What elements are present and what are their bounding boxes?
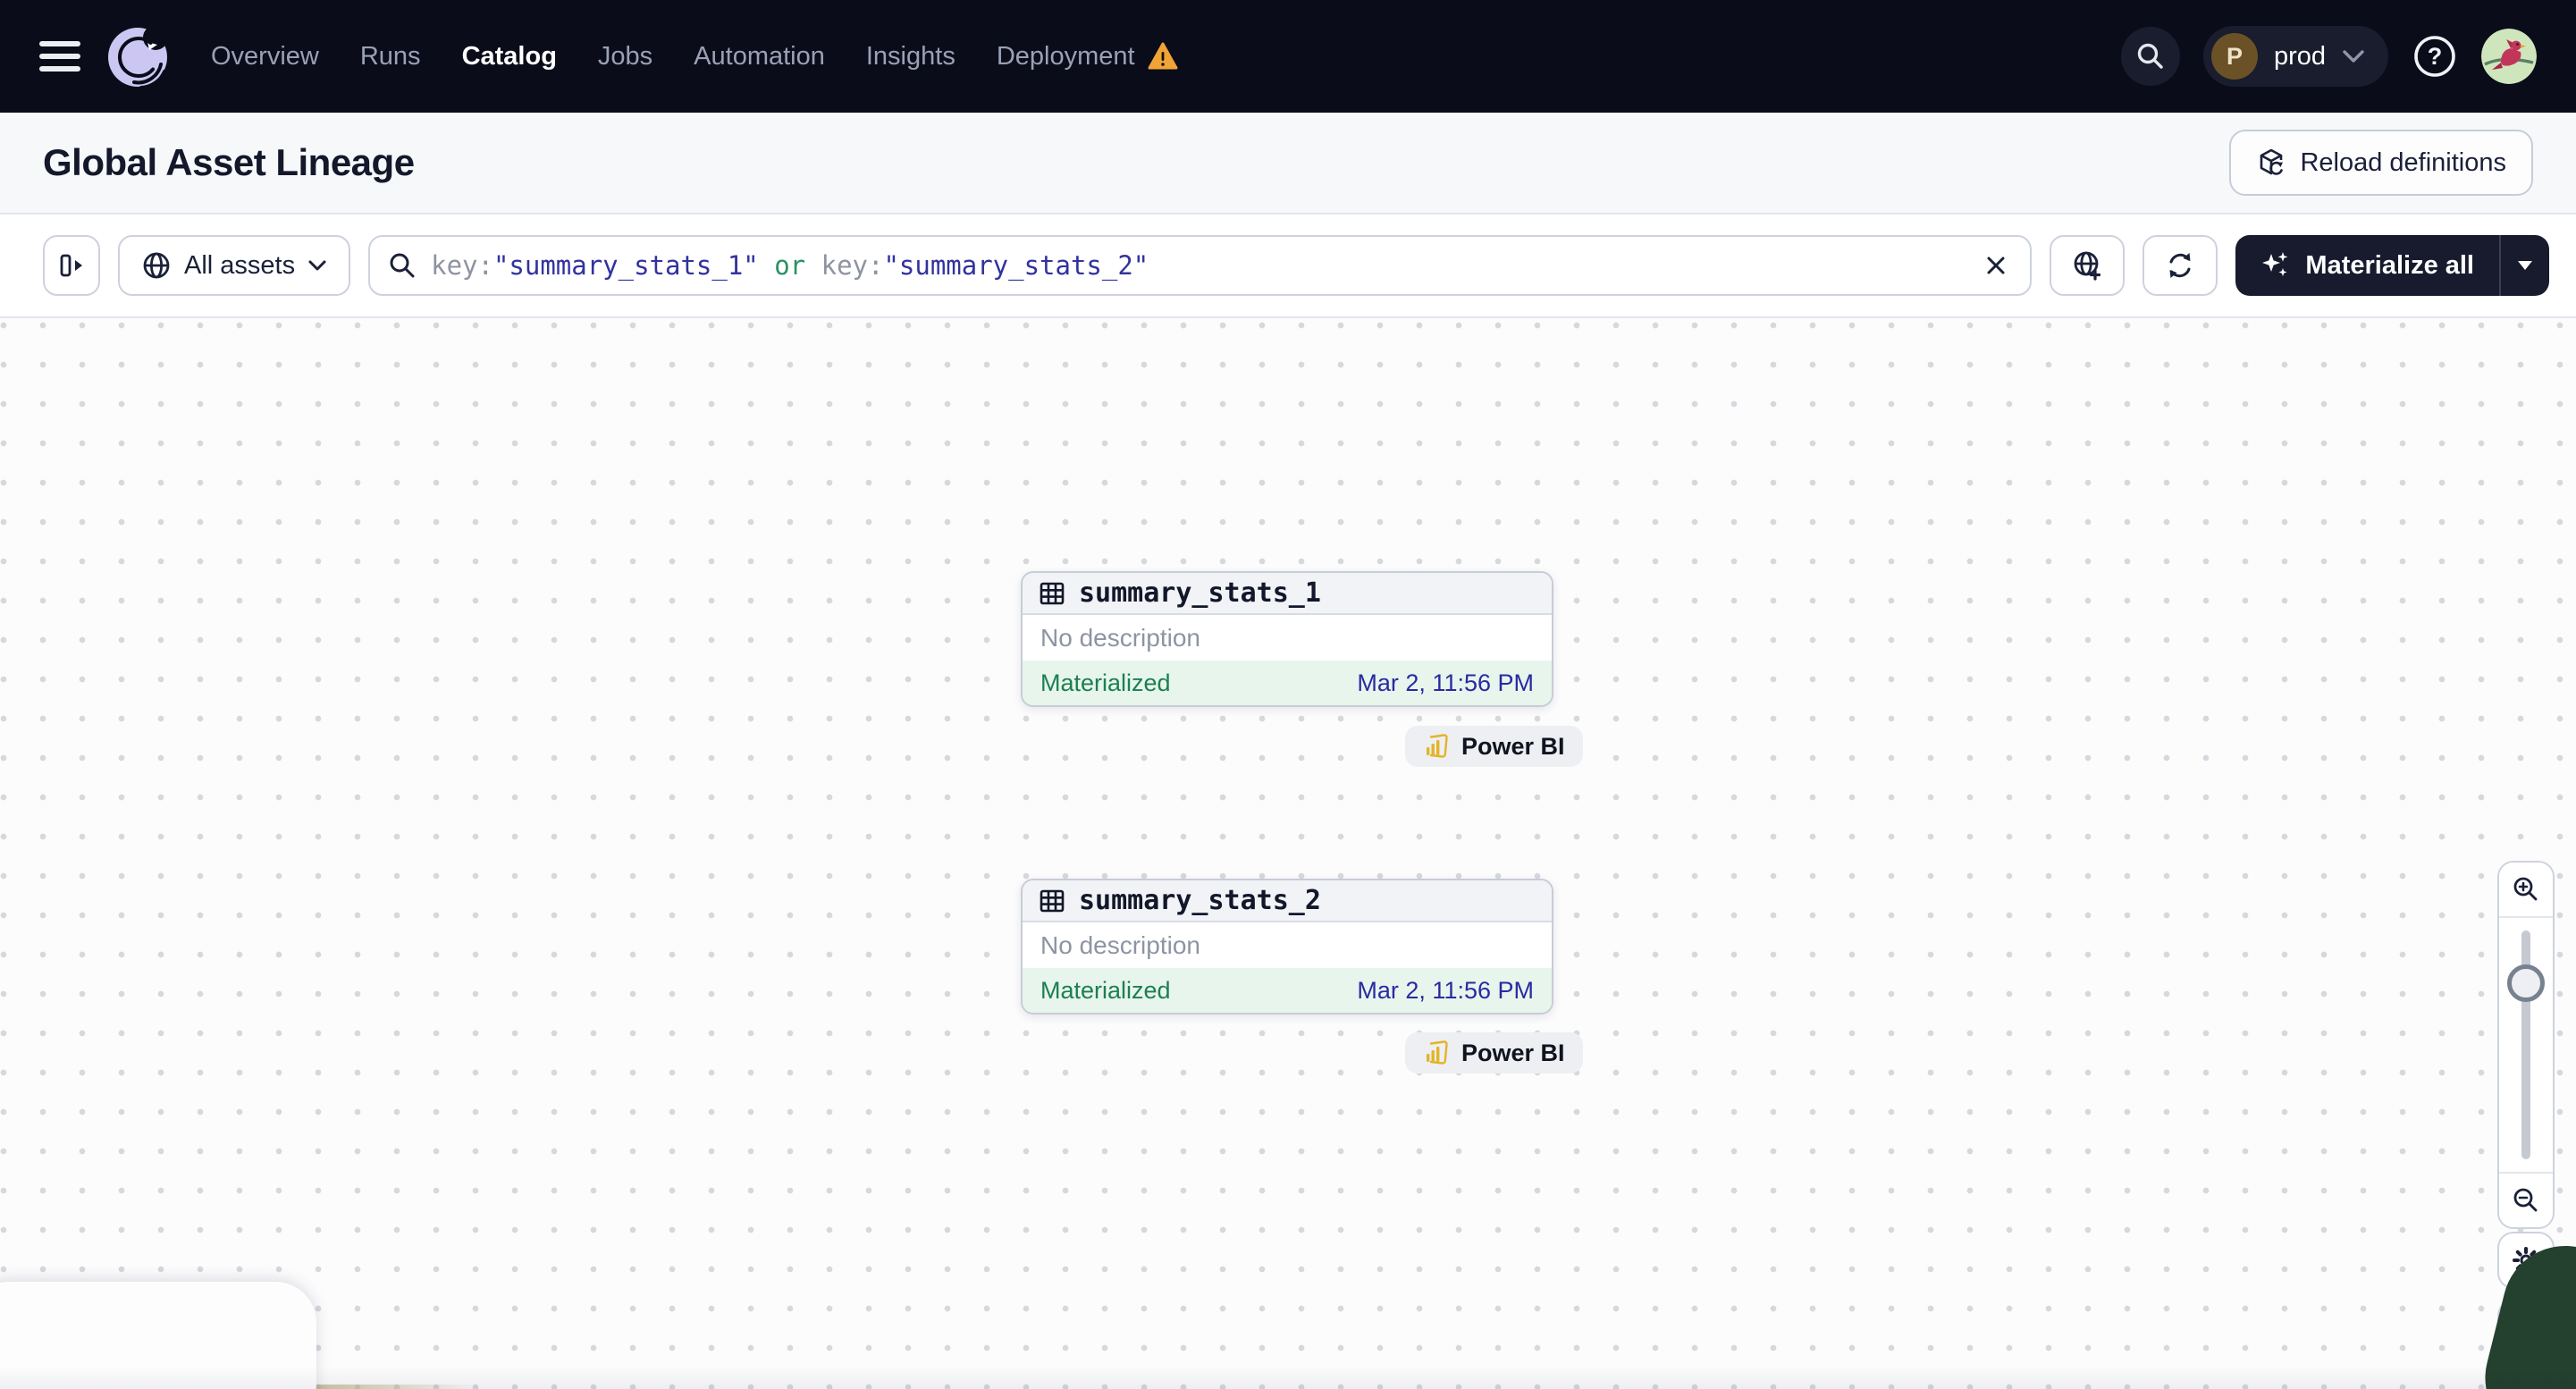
lineage-graph-canvas[interactable]: summary_stats_1 No description Materiali…: [0, 318, 2576, 1389]
kind-tag-power-bi[interactable]: Power BI: [1405, 726, 1583, 767]
menu-icon[interactable]: [39, 41, 80, 72]
kind-tag-power-bi[interactable]: Power BI: [1405, 1032, 1583, 1073]
zoom-controls: [2497, 861, 2555, 1229]
materialize-options-button[interactable]: [2499, 235, 2549, 296]
dagster-logo-icon[interactable]: [105, 23, 172, 89]
kind-tag-label: Power BI: [1461, 1039, 1565, 1066]
materialize-all-button[interactable]: Materialize all: [2235, 235, 2499, 296]
asset-scope-label: All assets: [184, 250, 296, 280]
nav-item-deployment[interactable]: Deployment: [997, 42, 1178, 72]
asset-name: summary_stats_1: [1079, 577, 1321, 609]
minimap-panel: [0, 1282, 316, 1389]
asset-node-summary-stats-1[interactable]: summary_stats_1 No description Materiali…: [1021, 571, 1553, 707]
global-search-button[interactable]: [2120, 27, 2180, 86]
search-query-text: key:"summary_stats_1" or key:"summary_st…: [431, 250, 1966, 281]
table-icon: [1039, 888, 1065, 914]
query-value-token: "summary_stats_2": [883, 250, 1149, 281]
materialize-all-label: Materialize all: [2305, 250, 2474, 280]
asset-description: No description: [1040, 930, 1200, 959]
query-field-token: key:: [821, 250, 884, 281]
zoom-slider-thumb[interactable]: [2507, 964, 2545, 1002]
zoom-slider: [2499, 918, 2553, 1172]
globe-icon: [141, 250, 172, 281]
status-badge: Materialized: [1040, 976, 1171, 1004]
materialization-timestamp[interactable]: Mar 2, 11:56 PM: [1357, 669, 1534, 697]
materialize-all-split-button: Materialize all: [2235, 235, 2549, 296]
globe-add-icon: [2071, 249, 2103, 282]
graph-view-options-button[interactable]: [2050, 235, 2126, 296]
deployment-initial-badge: P: [2210, 33, 2258, 80]
zoom-out-button[interactable]: [2499, 1172, 2553, 1227]
query-value-token: "summary_stats_1": [492, 250, 759, 281]
chevron-down-icon: [2342, 49, 2365, 63]
reload-definitions-label: Reload definitions: [2300, 147, 2506, 177]
refresh-button[interactable]: [2142, 235, 2218, 296]
asset-scope-dropdown[interactable]: All assets: [118, 235, 351, 296]
svg-text:?: ?: [2428, 43, 2443, 70]
deployment-name: prod: [2273, 41, 2326, 71]
nav-item-catalog[interactable]: Catalog: [462, 42, 557, 72]
nav-item-runs[interactable]: Runs: [360, 42, 421, 72]
panel-expand-icon: [57, 251, 86, 280]
search-icon: [388, 251, 417, 280]
asset-status-row: Materialized Mar 2, 11:56 PM: [1023, 661, 1552, 705]
zoom-out-icon: [2512, 1186, 2540, 1215]
help-button[interactable]: ?: [2412, 33, 2458, 80]
asset-name: summary_stats_2: [1079, 885, 1321, 916]
asset-node-summary-stats-2[interactable]: summary_stats_2 No description Materiali…: [1021, 879, 1553, 1014]
open-side-panel-button[interactable]: [43, 235, 100, 296]
kind-tag-label: Power BI: [1461, 732, 1565, 760]
asset-node-header: summary_stats_1: [1023, 573, 1552, 615]
nav-item-deployment-label: Deployment: [996, 41, 1135, 71]
page-header: Global Asset Lineage Reload definitions: [0, 113, 2576, 215]
status-badge: Materialized: [1040, 669, 1171, 696]
zoom-in-icon: [2512, 875, 2540, 904]
asset-status-row: Materialized Mar 2, 11:56 PM: [1023, 968, 1552, 1013]
nav-item-jobs[interactable]: Jobs: [598, 42, 652, 72]
user-avatar[interactable]: [2481, 29, 2537, 84]
table-icon: [1039, 580, 1065, 607]
asset-description: No description: [1040, 623, 1200, 652]
deployment-switcher[interactable]: P prod: [2202, 26, 2388, 87]
page-title: Global Asset Lineage: [43, 141, 415, 183]
materialization-timestamp[interactable]: Mar 2, 11:56 PM: [1357, 977, 1534, 1005]
query-operator-token: or: [758, 250, 821, 281]
warning-icon: [1148, 42, 1178, 71]
lineage-toolbar: All assets key:"summary_stats_1" or key:…: [0, 215, 2576, 318]
chevron-down-icon: [307, 259, 327, 272]
power-bi-icon: [1423, 1040, 1450, 1066]
nav-item-overview[interactable]: Overview: [211, 42, 319, 72]
power-bi-icon: [1423, 733, 1450, 760]
clear-search-button[interactable]: [1980, 249, 2012, 282]
sparkles-icon: [2260, 250, 2291, 281]
asset-node-header: summary_stats_2: [1023, 880, 1552, 922]
reload-definitions-button[interactable]: Reload definitions: [2229, 130, 2533, 196]
asset-search-input[interactable]: key:"summary_stats_1" or key:"summary_st…: [368, 235, 2033, 296]
caret-down-icon: [2518, 261, 2532, 270]
reload-definitions-icon: [2256, 147, 2286, 178]
zoom-in-button[interactable]: [2499, 863, 2553, 918]
refresh-icon: [2164, 249, 2196, 282]
search-icon: [2135, 41, 2166, 72]
primary-nav: Overview Runs Catalog Jobs Automation In…: [211, 42, 1178, 72]
close-icon: [1983, 253, 2008, 278]
top-navigation-bar: Overview Runs Catalog Jobs Automation In…: [0, 0, 2576, 113]
nav-item-automation[interactable]: Automation: [694, 42, 825, 72]
query-field-token: key:: [431, 250, 493, 281]
nav-item-insights[interactable]: Insights: [866, 42, 955, 72]
help-icon: ?: [2412, 33, 2458, 80]
